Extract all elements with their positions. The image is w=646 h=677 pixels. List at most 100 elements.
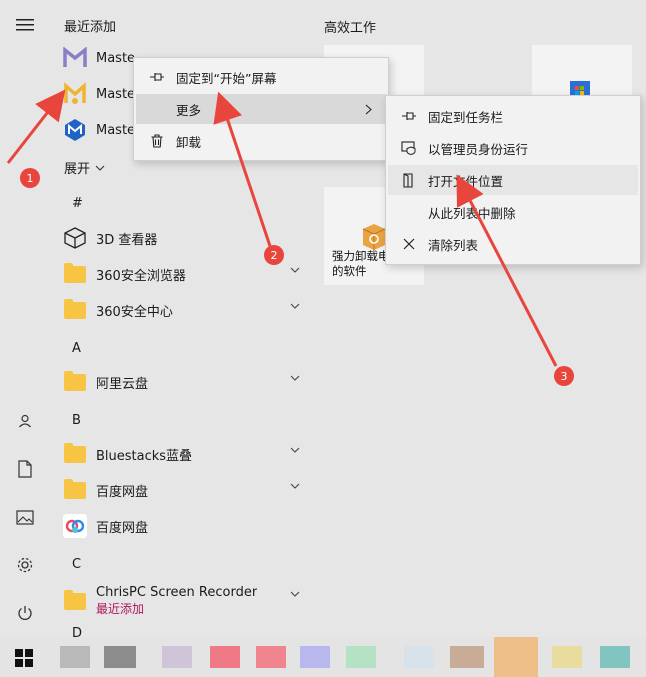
close-icon — [403, 238, 415, 250]
documents-button[interactable] — [10, 454, 40, 484]
chevron-down-icon — [290, 303, 300, 309]
document-icon — [18, 460, 32, 478]
trash-icon — [151, 134, 163, 148]
taskbar-app[interactable] — [104, 646, 136, 668]
taskbar-app[interactable] — [600, 646, 630, 668]
letter-header-b[interactable]: B — [72, 413, 81, 428]
folder-360-security[interactable]: 360安全中心 — [62, 293, 302, 327]
open-folder-icon — [403, 172, 413, 188]
settings-button[interactable] — [10, 550, 40, 580]
app-master-purple-icon — [62, 45, 88, 71]
menu-item-label: 从此列表中删除 — [428, 205, 516, 221]
chevron-down-icon — [95, 165, 105, 171]
app-label: Maste — [96, 122, 136, 138]
chevron-down-icon — [290, 375, 300, 381]
taskbar-app[interactable] — [162, 646, 192, 668]
power-icon — [18, 606, 32, 620]
menu-item-clear-list[interactable]: 清除列表 — [388, 229, 638, 259]
menu-item-label: 清除列表 — [428, 237, 479, 253]
cube-icon — [62, 225, 88, 251]
menu-item-open-file-location[interactable]: 打开文件位置 — [388, 165, 638, 195]
uninstaller-box-icon — [362, 224, 386, 250]
menu-item-pin-start[interactable]: 固定到“开始”屏幕 — [136, 62, 386, 92]
folder-aliyun[interactable]: 阿里云盘 — [62, 365, 302, 399]
annotation-badge-3: 3 — [554, 366, 574, 386]
pictures-button[interactable] — [10, 502, 40, 532]
taskbar-app[interactable] — [300, 646, 330, 668]
chevron-down-icon — [290, 591, 300, 597]
expand-label: 展开 — [64, 162, 91, 177]
pin-icon — [150, 73, 164, 81]
annotation-badge-1: 1 — [20, 168, 40, 188]
taskbar-app[interactable] — [256, 646, 286, 668]
folder-icon — [62, 369, 88, 395]
app-label: 3D 查看器 — [96, 232, 158, 248]
admin-shield-icon — [401, 141, 416, 155]
menu-item-label: 固定到“开始”屏幕 — [176, 70, 277, 86]
menu-item-run-as-admin[interactable]: 以管理员身份运行 — [388, 133, 638, 163]
menu-item-label: 卸载 — [176, 134, 202, 150]
taskbar-app[interactable] — [494, 637, 538, 677]
app-label: Bluestacks蓝叠 — [96, 448, 193, 464]
taskbar-app[interactable] — [404, 646, 434, 668]
app-label: 360安全中心 — [96, 304, 173, 320]
folder-icon — [62, 297, 88, 323]
tile-uninstaller-label-line1: 强力卸载电 — [332, 249, 390, 263]
folder-bluestacks[interactable]: Bluestacks蓝叠 — [62, 437, 302, 471]
recently-added-tag: 最近添加 — [96, 602, 145, 616]
chevron-down-icon — [290, 483, 300, 489]
tile-store[interactable] — [532, 45, 632, 97]
pin-icon — [402, 112, 416, 120]
hamburger-menu-button[interactable] — [10, 10, 40, 40]
menu-item-label: 固定到任务栏 — [428, 109, 504, 125]
letter-header-hash[interactable]: # — [72, 196, 83, 211]
taskbar-app[interactable] — [450, 646, 484, 668]
expand-button[interactable]: 展开 — [64, 158, 105, 177]
taskbar — [0, 637, 646, 677]
app-label: 阿里云盘 — [96, 376, 149, 392]
picture-icon — [16, 509, 34, 525]
windows-logo-icon — [15, 649, 33, 667]
user-button[interactable] — [10, 406, 40, 436]
taskbar-app[interactable] — [210, 646, 240, 668]
letter-header-a[interactable]: A — [72, 341, 81, 356]
app-master-yellow-icon — [62, 81, 88, 107]
windows-start-button[interactable] — [15, 649, 33, 667]
folder-chrispc[interactable]: ChrisPC Screen Recorder 最近添加 — [62, 581, 302, 621]
app-baidu-netdisk[interactable]: 百度网盘 — [62, 509, 302, 543]
folder-icon — [62, 477, 88, 503]
app-label: 百度网盘 — [96, 484, 149, 500]
menu-item-label: 以管理员身份运行 — [428, 141, 529, 157]
taskbar-app[interactable] — [552, 646, 582, 668]
folder-icon — [62, 441, 88, 467]
taskbar-app[interactable] — [60, 646, 90, 668]
context-menu: 固定到“开始”屏幕 更多 卸载 — [133, 57, 389, 161]
recent-section-title: 最近添加 — [64, 20, 117, 35]
menu-item-uninstall[interactable]: 卸载 — [136, 126, 386, 156]
menu-item-label: 打开文件位置 — [428, 173, 504, 189]
chevron-right-icon — [365, 104, 372, 115]
folder-baidu-netdisk[interactable]: 百度网盘 — [62, 473, 302, 507]
taskbar-app[interactable] — [346, 646, 376, 668]
app-label: ChrisPC Screen Recorder — [96, 585, 258, 600]
menu-item-remove-from-list[interactable]: 从此列表中删除 — [388, 197, 638, 227]
annotation-badge-2: 2 — [264, 245, 284, 265]
power-button[interactable] — [10, 598, 40, 628]
folder-icon — [62, 588, 88, 614]
start-left-rail — [0, 0, 50, 637]
chevron-down-icon — [290, 447, 300, 453]
app-label: Maste — [96, 86, 136, 102]
app-label: 360安全浏览器 — [96, 268, 186, 284]
app-master-blue-icon — [62, 117, 88, 143]
productivity-group-title: 高效工作 — [324, 21, 377, 36]
chevron-down-icon — [290, 267, 300, 273]
menu-item-more[interactable]: 更多 — [136, 94, 386, 124]
baidu-netdisk-icon — [62, 513, 88, 539]
gear-icon — [17, 557, 33, 573]
menu-item-pin-taskbar[interactable]: 固定到任务栏 — [388, 101, 638, 131]
app-label: 百度网盘 — [96, 520, 149, 536]
hamburger-icon — [16, 19, 34, 31]
letter-header-c[interactable]: C — [72, 557, 81, 572]
submenu-more: 固定到任务栏 以管理员身份运行 打开文件位置 从此列表中删除 清除列表 — [385, 95, 641, 265]
user-icon — [19, 414, 31, 428]
